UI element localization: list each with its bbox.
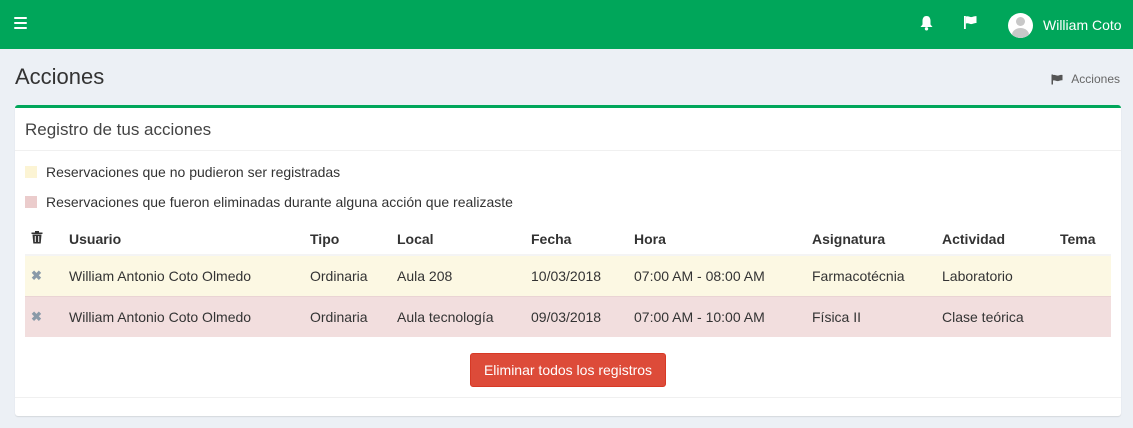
user-menu[interactable]: William Coto (1008, 12, 1122, 38)
user-name: William Coto (1043, 17, 1122, 33)
legend-label: Reservaciones que fueron eliminadas dura… (46, 194, 513, 210)
cell-tipo: Ordinaria (310, 295, 397, 337)
cell-actividad: Laboratorio (942, 255, 1060, 296)
box-title: Registro de tus acciones (25, 120, 212, 139)
column-header-usuario: Usuario (69, 223, 310, 256)
table-row: ✖ William Antonio Coto Olmedo Ordinaria … (25, 255, 1111, 296)
cell-hora: 07:00 AM - 10:00 AM (634, 295, 812, 337)
cell-fecha: 10/03/2018 (531, 255, 634, 296)
column-header-actividad: Actividad (942, 223, 1060, 256)
legend-swatch-danger (25, 196, 37, 208)
delete-all-button[interactable]: Eliminar todos los registros (470, 353, 666, 387)
column-header-tipo: Tipo (310, 223, 397, 256)
breadcrumb: Acciones (1051, 72, 1120, 86)
cell-asignatura: Física II (812, 295, 942, 337)
legend-item-deleted: Reservaciones que fueron eliminadas dura… (25, 194, 513, 210)
cell-hora: 07:00 AM - 08:00 AM (634, 255, 812, 296)
trash-icon (25, 223, 69, 256)
column-header-asignatura: Asignatura (812, 223, 942, 256)
table-header-row: Usuario Tipo Local Fecha Hora Asignatura… (25, 223, 1111, 256)
remove-icon[interactable]: ✖ (31, 268, 42, 283)
cell-tema (1060, 295, 1111, 337)
avatar (1008, 12, 1033, 38)
box-footer (15, 397, 1121, 398)
cell-usuario: William Antonio Coto Olmedo (69, 255, 310, 296)
menu-icon[interactable] (14, 17, 27, 29)
cell-usuario: William Antonio Coto Olmedo (69, 295, 310, 337)
legend-label: Reservaciones que no pudieron ser regist… (46, 164, 341, 180)
box-header: Registro de tus acciones (15, 108, 1121, 151)
remove-icon[interactable]: ✖ (31, 309, 42, 324)
cell-asignatura: Farmacotécnia (812, 255, 942, 296)
page-title: Acciones (15, 64, 105, 89)
column-header-tema: Tema (1060, 223, 1111, 256)
cell-tipo: Ordinaria (310, 255, 397, 296)
table-row: ✖ William Antonio Coto Olmedo Ordinaria … (25, 295, 1111, 337)
flag-icon[interactable] (963, 15, 978, 30)
actions-box: Registro de tus acciones Reservaciones q… (15, 105, 1121, 416)
bell-icon[interactable] (919, 15, 934, 31)
legend-item-unregistered: Reservaciones que no pudieron ser regist… (25, 164, 340, 180)
top-navbar: William Coto (0, 0, 1133, 49)
cell-fecha: 09/03/2018 (531, 295, 634, 337)
cell-local: Aula tecnología (397, 295, 531, 337)
actions-table: Usuario Tipo Local Fecha Hora Asignatura… (25, 223, 1111, 337)
breadcrumb-item[interactable]: Acciones (1071, 72, 1120, 86)
cell-actividad: Clase teórica (942, 295, 1060, 337)
column-header-fecha: Fecha (531, 223, 634, 256)
legend-swatch-warning (25, 166, 37, 178)
column-header-local: Local (397, 223, 531, 256)
flag-icon (1051, 74, 1063, 84)
column-header-hora: Hora (634, 223, 812, 256)
cell-tema (1060, 255, 1111, 296)
cell-local: Aula 208 (397, 255, 531, 296)
